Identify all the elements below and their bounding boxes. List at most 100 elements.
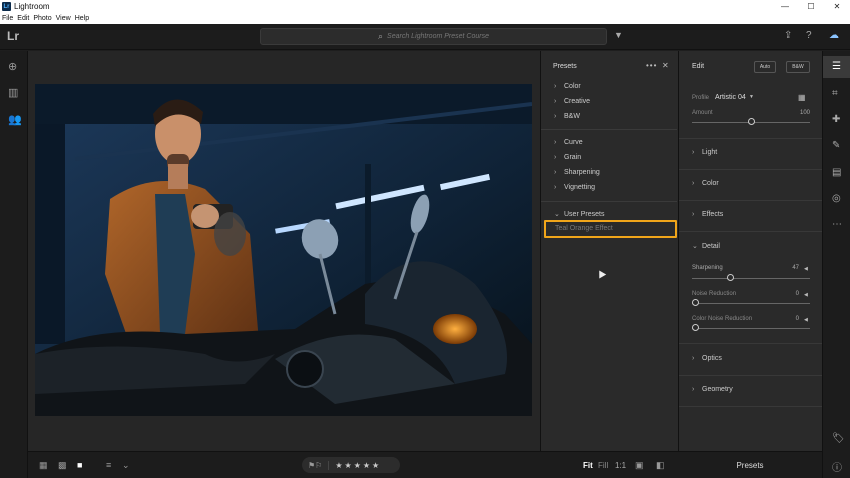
bw-button[interactable]: B&W [786, 61, 810, 73]
profile-dropdown[interactable]: Artistic 04 [715, 94, 746, 101]
more-options-icon[interactable]: ••• [646, 61, 657, 70]
section-optics[interactable]: › Optics [692, 355, 722, 362]
more-tools-icon[interactable]: ⋯ [832, 219, 842, 230]
square-grid-icon[interactable]: ▦ [39, 460, 48, 471]
preset-group-creative[interactable]: › Creative [554, 98, 590, 105]
linear-gradient-icon[interactable]: ▤ [832, 167, 841, 178]
zoom-fill-button[interactable]: Fill [598, 461, 608, 470]
chevron-right-icon: › [692, 180, 695, 187]
reset-arrow-icon[interactable]: ◀ [804, 292, 808, 298]
preset-group-vignetting[interactable]: › Vignetting [554, 184, 595, 191]
help-icon[interactable]: ? [806, 30, 812, 41]
share-icon[interactable]: ⇪ [784, 30, 792, 41]
close-icon[interactable]: ✕ [662, 61, 669, 70]
menu-photo[interactable]: Photo [33, 15, 51, 22]
preset-group-sharpening[interactable]: › Sharpening [554, 169, 600, 176]
menu-file[interactable]: File [2, 15, 13, 22]
lightroom-logo-icon: Lr [2, 2, 11, 11]
preset-group-bw[interactable]: › B&W [554, 113, 580, 120]
reset-arrow-icon[interactable]: ◀ [804, 317, 808, 323]
section-light[interactable]: › Light [692, 149, 717, 156]
maximize-button[interactable]: ☐ [798, 2, 824, 11]
preset-group-color[interactable]: › Color [554, 83, 581, 90]
info-icon[interactable]: ⓘ [832, 459, 842, 474]
sort-chevron-icon[interactable]: ⌄ [122, 460, 130, 471]
preset-group-grain[interactable]: › Grain [554, 154, 581, 161]
color-noise-reduction-label: Color Noise Reduction [692, 316, 753, 322]
chevron-right-icon: › [554, 98, 557, 105]
presets-toggle-button[interactable]: Presets [678, 451, 822, 478]
amount-label: Amount [692, 110, 713, 116]
chevron-right-icon: › [692, 211, 695, 218]
cloud-sync-icon[interactable]: ☁ [829, 30, 839, 41]
compare-icon[interactable]: ▣ [635, 460, 644, 471]
menu-view[interactable]: View [56, 15, 71, 22]
photo-canvas-area [28, 51, 540, 451]
add-photos-icon[interactable]: ⊕ [8, 60, 17, 73]
amount-slider-knob[interactable] [747, 118, 755, 125]
close-window-button[interactable]: ✕ [824, 2, 850, 11]
color-noise-slider-track[interactable] [692, 328, 810, 329]
profile-label: Profile [692, 95, 710, 101]
minimize-button[interactable]: — [772, 2, 798, 11]
amount-value[interactable]: 100 [791, 110, 810, 116]
preset-group-curve[interactable]: › Curve [554, 139, 583, 146]
menu-edit[interactable]: Edit [17, 15, 29, 22]
before-after-icon[interactable]: ◧ [656, 460, 665, 471]
search-input[interactable]: ⌕ Search Lightroom Preset Course [260, 28, 607, 45]
noise-reduction-value[interactable]: 0 [787, 291, 799, 297]
grid-view-icon[interactable]: ▩ [58, 460, 67, 471]
section-effects[interactable]: › Effects [692, 211, 723, 218]
menu-bar: File Edit Photo View Help [0, 13, 850, 24]
chevron-right-icon: › [692, 149, 695, 156]
left-rail: ⊕ ▥ 👥 [0, 51, 28, 478]
preset-group-user-presets[interactable]: ⌄ User Presets [554, 210, 604, 218]
filter-icon[interactable]: ▼ [614, 30, 623, 40]
section-geometry[interactable]: › Geometry [692, 386, 733, 393]
crop-icon[interactable]: ⌗ [832, 88, 838, 99]
detail-view-icon[interactable]: ■ [77, 460, 82, 470]
main-photo[interactable] [35, 84, 532, 416]
search-icon: ⌕ [378, 31, 384, 41]
brush-icon[interactable]: ✎ [832, 140, 840, 151]
chevron-right-icon: › [692, 386, 695, 393]
auto-button[interactable]: Auto [754, 61, 776, 73]
zoom-1to1-button[interactable]: 1:1 [615, 461, 626, 470]
divider [679, 231, 822, 232]
menu-help[interactable]: Help [75, 15, 89, 22]
tag-icon[interactable]: 🏷 [832, 433, 845, 444]
flag-icons[interactable]: ⚑⚐ [302, 460, 330, 470]
noise-reduction-label: Noise Reduction [692, 291, 737, 297]
sharpening-slider-track[interactable] [692, 278, 810, 279]
divider [541, 201, 677, 202]
noise-reduction-slider-knob[interactable] [692, 299, 699, 306]
chevron-down-icon: ⌄ [692, 243, 698, 250]
color-noise-slider-knob[interactable] [692, 324, 699, 331]
healing-icon[interactable]: ✚ [832, 114, 840, 125]
presets-panel: Presets ••• ✕ › Color › Creative › B&W › Cur… [540, 51, 678, 451]
edit-sliders-icon[interactable]: ☰ [832, 61, 841, 72]
lr-app-mark: Lr [7, 29, 19, 43]
sharpening-value[interactable]: 47 [787, 265, 799, 271]
divider [679, 406, 822, 407]
window-title: Lightroom [14, 2, 50, 11]
zoom-fit-button[interactable]: Fit [583, 461, 593, 470]
library-icon[interactable]: ▥ [8, 86, 18, 99]
sharpening-slider-knob[interactable] [727, 274, 735, 281]
section-color[interactable]: › Color [692, 180, 719, 187]
sort-icon[interactable]: ≡ [106, 460, 111, 470]
chevron-down-icon: ⌄ [554, 211, 560, 218]
people-icon[interactable]: 👥 [8, 113, 22, 126]
noise-reduction-slider-track[interactable] [692, 303, 810, 304]
star-rating[interactable]: ★★★★★ [329, 461, 381, 470]
color-noise-reduction-value[interactable]: 0 [787, 316, 799, 322]
sharpening-label: Sharpening [692, 265, 723, 271]
reset-arrow-icon[interactable]: ◀ [804, 266, 808, 272]
edit-panel: Edit Auto B&W Profile Artistic 04 ▼ ▦ Am… [678, 51, 822, 451]
divider [679, 343, 822, 344]
preset-item-selected[interactable]: Teal Orange Effect [544, 220, 677, 238]
divider [679, 138, 822, 139]
section-detail[interactable]: ⌄ Detail [692, 242, 720, 250]
radial-gradient-icon[interactable]: ◎ [832, 193, 841, 204]
profile-browser-icon[interactable]: ▦ [798, 93, 806, 102]
